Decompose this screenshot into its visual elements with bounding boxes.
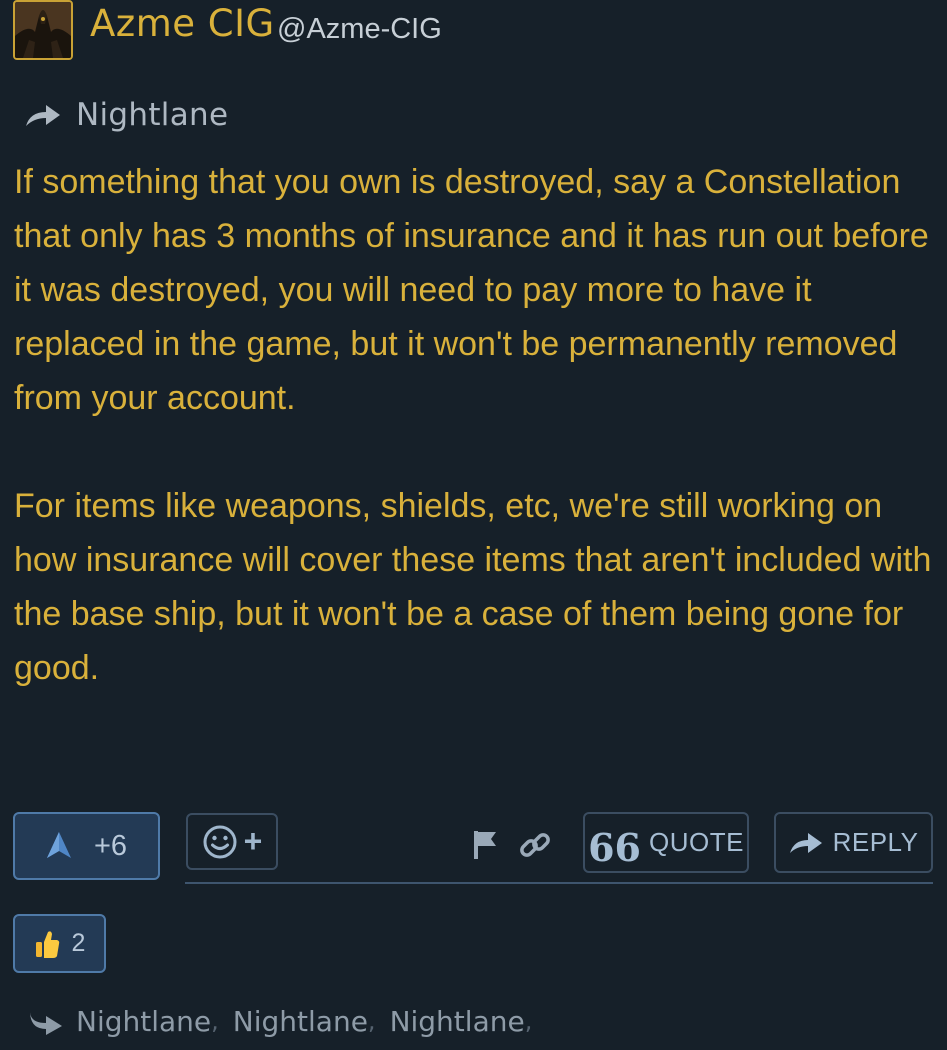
- replies-list: Nightlane , Nightlane , Nightlane ,: [28, 1000, 546, 1042]
- reply-label: REPLY: [832, 827, 919, 857]
- reply-separator: ,: [367, 1007, 376, 1035]
- link-icon[interactable]: [518, 827, 552, 863]
- actions-divider: [185, 882, 933, 884]
- reply-user-link[interactable]: Nightlane: [233, 1005, 368, 1038]
- author-handle[interactable]: @Azme-CIG: [277, 12, 442, 46]
- reaction-thumbs-up[interactable]: 2: [13, 914, 106, 973]
- replies-arrow-icon: [30, 1011, 62, 1035]
- flag-icon[interactable]: [472, 829, 498, 861]
- add-reaction-button[interactable]: +: [186, 813, 278, 870]
- in-reply-to[interactable]: Nightlane: [24, 97, 228, 133]
- reply-arrow-icon: [26, 105, 60, 126]
- reply-button[interactable]: REPLY: [774, 812, 933, 873]
- reply-user-link[interactable]: Nightlane: [390, 1005, 525, 1038]
- author-avatar[interactable]: [13, 0, 73, 60]
- post-paragraph: For items like weapons, shields, etc, we…: [14, 487, 932, 687]
- upvote-button[interactable]: +6: [13, 812, 160, 880]
- post-body: If something that you own is destroyed, …: [14, 155, 939, 695]
- add-reaction-plus: +: [243, 823, 263, 859]
- thumbs-up-icon: [35, 930, 59, 958]
- post-paragraph: If something that you own is destroyed, …: [14, 163, 929, 417]
- reply-icon: [789, 832, 822, 853]
- quote-button[interactable]: 66 QUOTE: [583, 812, 749, 873]
- character-avatar-icon: [15, 2, 71, 58]
- author-name[interactable]: Azme CIG: [90, 2, 275, 46]
- quote-label: QUOTE: [648, 827, 744, 857]
- reaction-count: 2: [71, 929, 86, 957]
- vote-count: +6: [93, 829, 128, 862]
- in-reply-to-name[interactable]: Nightlane: [76, 97, 228, 133]
- reply-separator: ,: [211, 1007, 219, 1035]
- reply-user-link[interactable]: Nightlane: [76, 1005, 211, 1038]
- reply-separator: ,: [524, 1007, 533, 1035]
- quote-icon: 66: [588, 824, 641, 870]
- smiley-icon: [203, 825, 237, 858]
- upvote-ship-icon: [46, 832, 71, 858]
